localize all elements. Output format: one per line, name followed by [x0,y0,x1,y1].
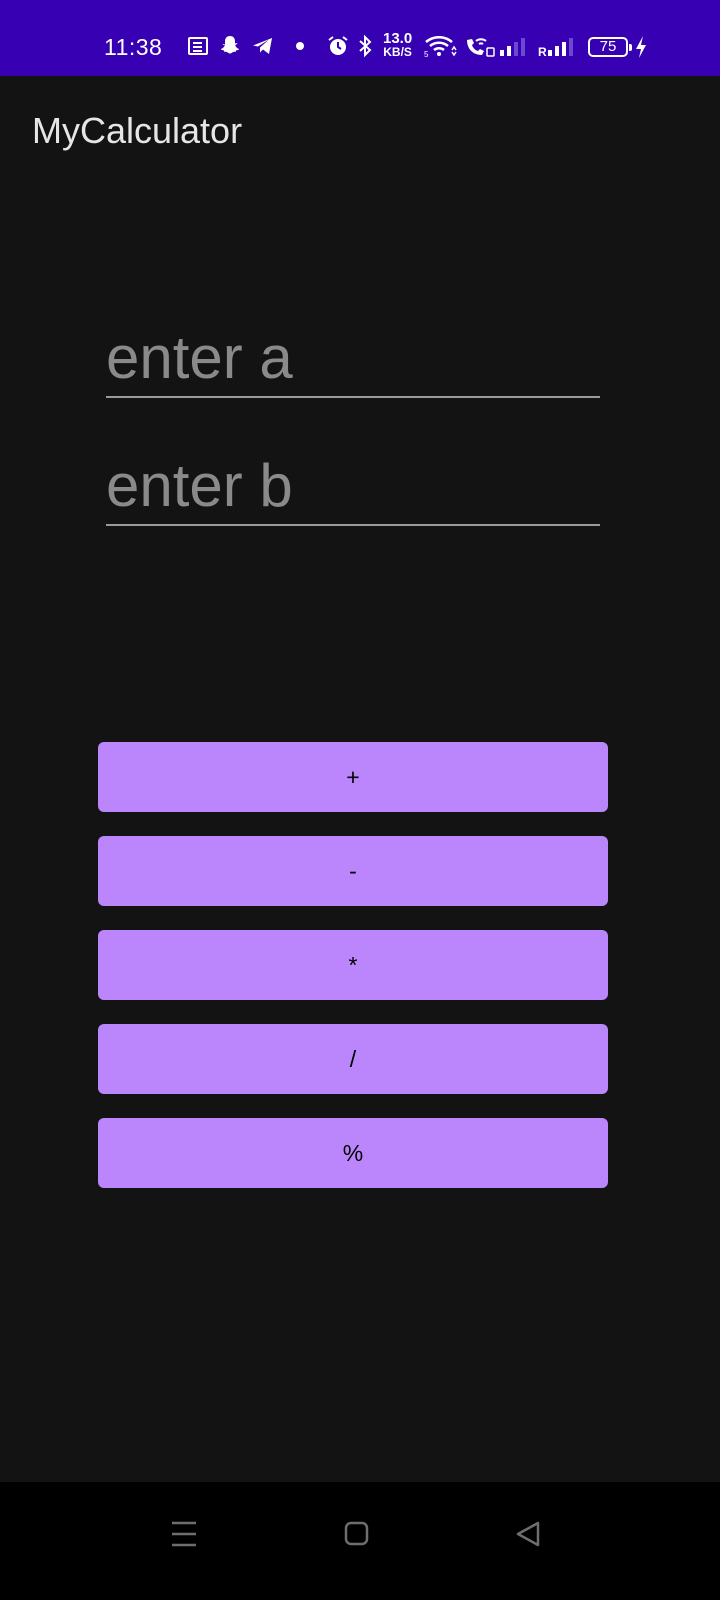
battery-indicator: 75 [588,37,632,57]
bluetooth-icon [358,34,372,58]
snapchat-notification-icon [220,35,240,56]
input-b-field [106,446,600,526]
divide-button[interactable]: / [98,1024,608,1094]
more-notifications-dot-icon [296,42,304,50]
add-button[interactable]: + [98,742,608,812]
multiply-button[interactable]: * [98,930,608,1000]
network-speed-value: 13.0 [383,30,413,47]
wifi-calling-icon [464,36,496,58]
alarm-icon [327,35,349,57]
input-b[interactable] [106,446,600,524]
wifi-icon: 5 [424,35,458,59]
navigation-bar [0,1482,720,1600]
back-icon[interactable] [504,1510,552,1558]
home-icon[interactable] [333,1510,381,1558]
signal-sim1-icon [500,38,530,58]
status-time: 11:38 [104,34,163,60]
modulo-button[interactable]: % [98,1118,608,1188]
telegram-notification-icon [252,36,274,56]
charging-icon [634,35,648,59]
subtract-button[interactable]: - [98,836,608,906]
app-title: MyCalculator [32,110,243,151]
input-a[interactable] [106,318,600,396]
news-notification-icon [188,37,208,55]
svg-text:R: R [538,45,547,58]
menu-icon[interactable] [160,1510,208,1558]
calculator-screen: 11:38 13.0 KB/S 5 R 75 MyCalculator ente… [0,0,720,1600]
network-speed-unit: KB/S [383,45,412,59]
signal-sim2-roaming-icon: R [538,38,578,59]
network-speed: 13.0 KB/S [383,30,413,59]
status-bar: 11:38 13.0 KB/S 5 R 75 [0,0,720,76]
input-a-field [106,318,600,398]
svg-text:5: 5 [424,50,429,58]
